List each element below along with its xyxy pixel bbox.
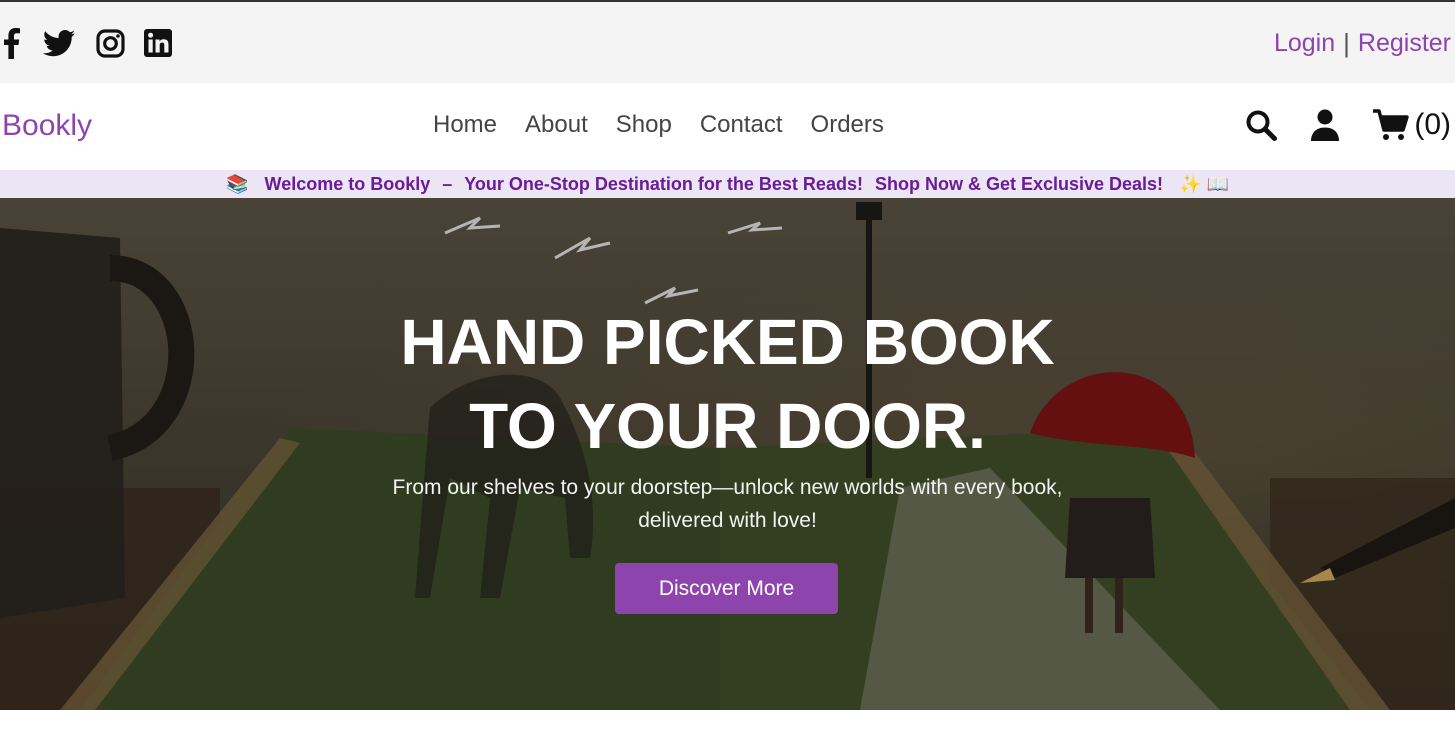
- nav-menu: Home About Shop Contact Orders: [433, 111, 912, 139]
- hero-subtitle: From our shelves to your doorstep—unlock…: [0, 471, 1455, 537]
- books-emoji: 📚: [226, 173, 249, 194]
- social-links: [0, 26, 173, 60]
- search-icon[interactable]: [1244, 107, 1278, 143]
- nav-item-home[interactable]: Home: [433, 111, 497, 139]
- instagram-icon[interactable]: [94, 26, 126, 60]
- hero-title-line-1: HAND PICKED BOOK: [400, 306, 1055, 378]
- brand-logo[interactable]: Bookly: [2, 109, 92, 143]
- banner-deals-text: Shop Now & Get Exclusive Deals!: [874, 173, 1164, 194]
- discover-more-button[interactable]: Discover More: [615, 563, 838, 614]
- twitter-icon[interactable]: [42, 26, 76, 60]
- sparkle-book-emoji: ✨ 📖: [1179, 173, 1229, 194]
- hero-title-line-2: TO YOUR DOOR.: [469, 390, 986, 462]
- facebook-icon[interactable]: [0, 26, 22, 60]
- login-link[interactable]: Login: [1274, 29, 1335, 58]
- auth-links: Login | Register: [1274, 28, 1451, 59]
- cart-icon[interactable]: [1372, 107, 1410, 143]
- nav-item-orders[interactable]: Orders: [811, 111, 884, 139]
- nav-item-shop[interactable]: Shop: [616, 111, 672, 139]
- nav-item-contact[interactable]: Contact: [700, 111, 783, 139]
- cart-count[interactable]: (0): [1414, 108, 1451, 142]
- user-icon[interactable]: [1310, 107, 1340, 143]
- linkedin-icon[interactable]: [143, 26, 173, 60]
- header-tools: (0): [1244, 107, 1451, 143]
- top-bar: Login | Register: [0, 0, 1455, 83]
- auth-separator: |: [1343, 28, 1350, 58]
- main-navbar: Bookly Home About Shop Contact Orders (0…: [0, 83, 1455, 170]
- banner-dash: –: [442, 173, 453, 194]
- register-link[interactable]: Register: [1358, 29, 1451, 58]
- hero-section: HAND PICKED BOOK TO YOUR DOOR. From our …: [0, 198, 1455, 710]
- promo-banner: 📚 Welcome to Bookly – Your One-Stop Dest…: [0, 170, 1455, 198]
- nav-item-about[interactable]: About: [525, 111, 588, 139]
- hero-subtitle-line-1: From our shelves to your doorstep—unlock…: [392, 476, 1063, 499]
- hero-title: HAND PICKED BOOK TO YOUR DOOR.: [0, 300, 1455, 468]
- banner-welcome-text: Welcome to Bookly: [264, 173, 431, 194]
- hero-subtitle-line-2: delivered with love!: [638, 509, 817, 532]
- banner-destination-text: Your One-Stop Destination for the Best R…: [464, 173, 863, 194]
